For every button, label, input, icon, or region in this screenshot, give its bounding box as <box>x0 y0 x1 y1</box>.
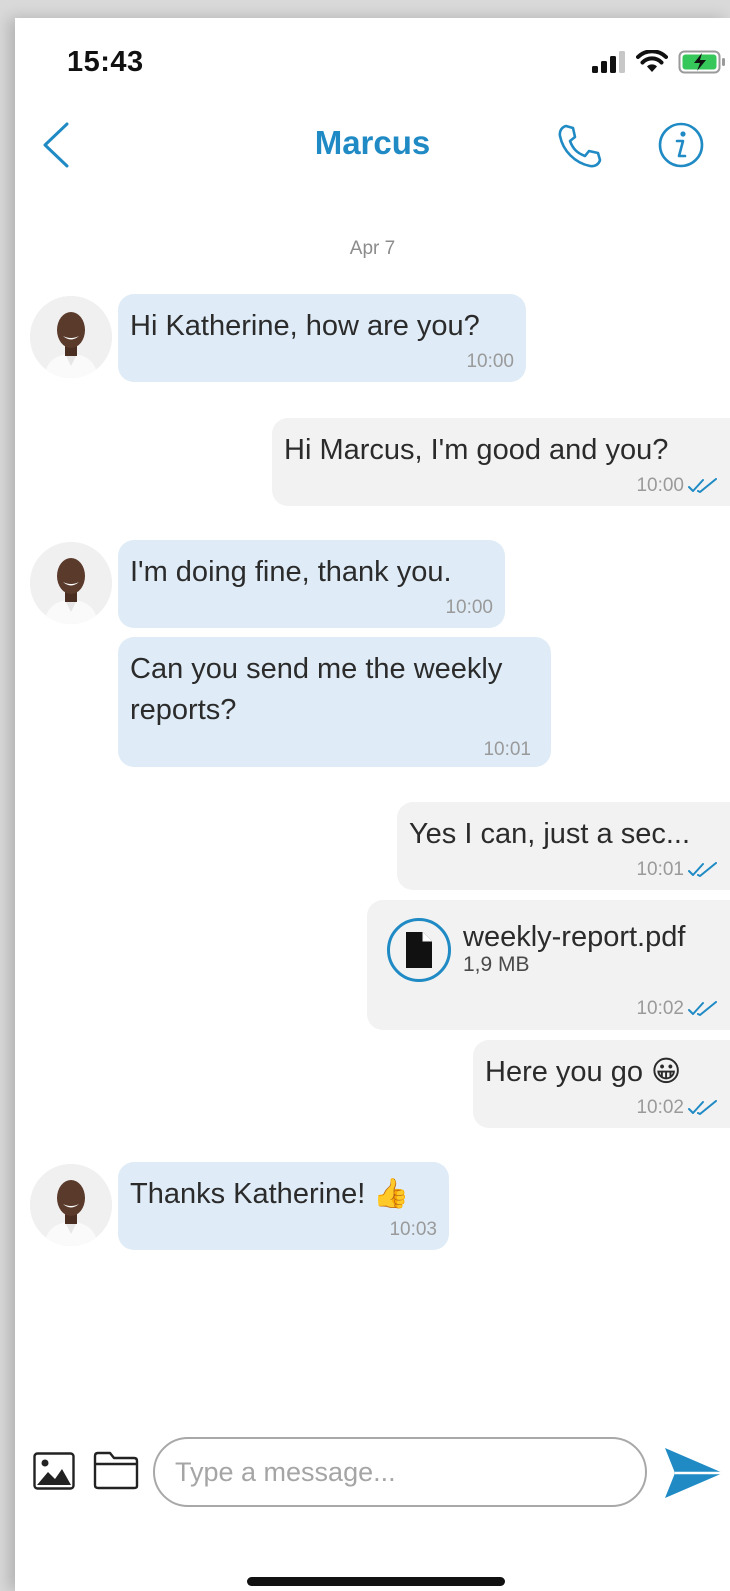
folder-icon[interactable] <box>93 1450 139 1490</box>
avatar[interactable] <box>30 1164 112 1246</box>
double-check-icon <box>688 862 717 877</box>
status-time: 15:43 <box>67 46 144 78</box>
file-name: weekly-report.pdf <box>463 921 686 953</box>
document-icon <box>387 918 451 982</box>
message-time: 10:00 <box>636 475 684 496</box>
message-time: 10:02 <box>636 1097 684 1118</box>
phone-icon[interactable] <box>555 122 603 170</box>
date-separator: Apr 7 <box>349 238 396 259</box>
info-icon[interactable] <box>658 122 704 168</box>
outgoing-message-bubble[interactable]: Hi Marcus, I'm good and you? 10:00 <box>272 418 730 506</box>
battery-icon <box>678 50 725 74</box>
message-text: Hi Marcus, I'm good and you? <box>284 434 669 466</box>
file-attachment-bubble[interactable]: weekly-report.pdf 1,9 MB 10:02 <box>367 900 730 1030</box>
message-text: Can you send me the weekly reports? <box>130 653 503 726</box>
image-icon[interactable] <box>33 1452 75 1490</box>
double-check-icon <box>688 1100 717 1115</box>
signal-icon <box>592 51 625 73</box>
avatar-image <box>30 296 112 378</box>
message-time: 10:01 <box>636 859 684 880</box>
double-check-icon <box>688 1001 717 1016</box>
contact-name-title: Marcus <box>314 124 431 161</box>
chat-screen: 15:43 Marcus Apr 7 Hi Katherine, how are… <box>15 18 730 1591</box>
status-icons <box>592 50 726 74</box>
message-text: Thanks Katherine! 👍 <box>130 1178 410 1210</box>
message-time: 10:01 <box>483 739 531 760</box>
message-input[interactable] <box>153 1437 647 1507</box>
incoming-message-bubble[interactable]: Can you send me the weekly reports? 10:0… <box>118 637 551 767</box>
avatar[interactable] <box>30 296 112 378</box>
avatar[interactable] <box>30 542 112 624</box>
message-time: 10:00 <box>466 351 514 372</box>
wifi-icon <box>636 50 668 72</box>
incoming-message-bubble[interactable]: Hi Katherine, how are you? 10:00 <box>118 294 526 382</box>
outgoing-message-bubble[interactable]: Here you go 😀 10:02 <box>473 1040 730 1128</box>
home-indicator <box>247 1577 505 1586</box>
avatar-image <box>30 542 112 624</box>
message-text: Hi Katherine, how are you? <box>130 310 480 342</box>
send-icon[interactable] <box>663 1446 725 1500</box>
message-text: Here you go 😀 <box>485 1056 682 1088</box>
file-attachment[interactable]: weekly-report.pdf 1,9 MB <box>387 918 718 982</box>
outgoing-message-bubble[interactable]: Yes I can, just a sec... 10:01 <box>397 802 730 890</box>
message-time: 10:02 <box>636 998 684 1019</box>
file-size: 1,9 MB <box>463 953 530 976</box>
message-time: 10:00 <box>445 597 493 618</box>
double-check-icon <box>688 478 717 493</box>
avatar-image <box>30 1164 112 1246</box>
message-text: Yes I can, just a sec... <box>409 818 691 850</box>
incoming-message-bubble[interactable]: Thanks Katherine! 👍 10:03 <box>118 1162 449 1250</box>
message-time: 10:03 <box>389 1219 437 1240</box>
message-text: I'm doing fine, thank you. <box>130 556 452 588</box>
incoming-message-bubble[interactable]: I'm doing fine, thank you. 10:00 <box>118 540 505 628</box>
